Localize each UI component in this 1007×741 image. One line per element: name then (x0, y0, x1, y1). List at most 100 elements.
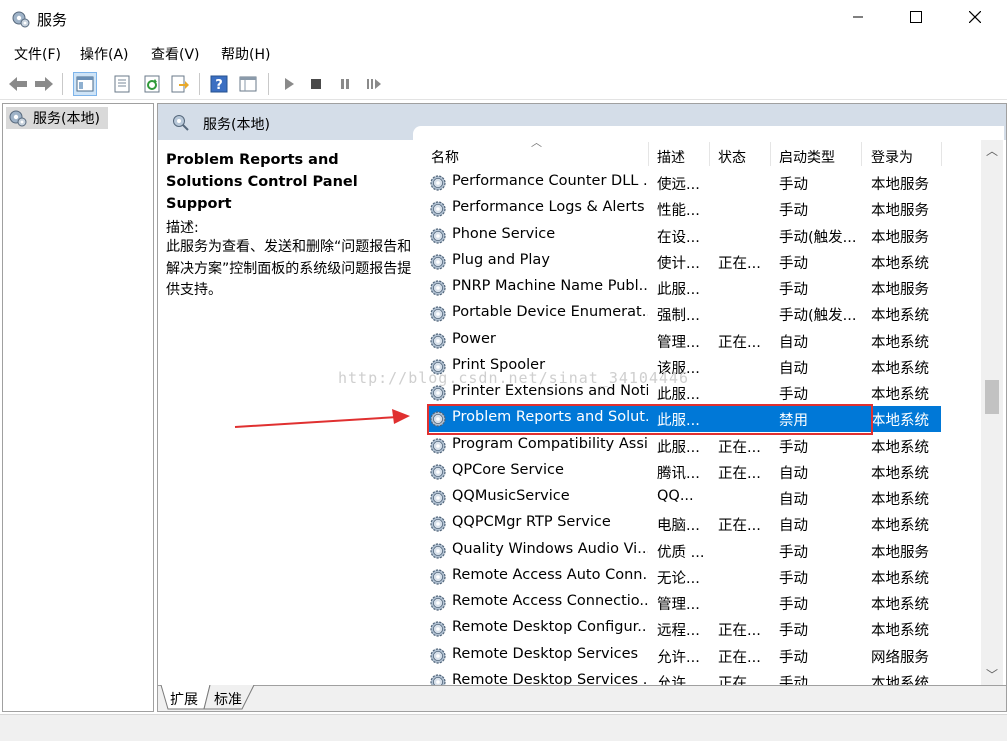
selected-service-title: Problem Reports and Solutions Control Pa… (166, 152, 358, 212)
service-row[interactable]: Remote Access Connectio... 管理... 手动 本地系统 (413, 590, 1004, 616)
service-description: 此服... (657, 282, 700, 298)
service-row[interactable]: Phone Service 在设... 手动(触发... 本地服务 (413, 223, 1004, 249)
service-row[interactable]: Remote Desktop Services 允许... 正在... 手动 网络服务 (413, 643, 1004, 669)
service-log-on-as: 本地系统 (871, 492, 929, 508)
service-name: Remote Desktop Configur... (452, 619, 648, 636)
menu-action[interactable]: 操作(A) (80, 44, 129, 64)
service-gear-icon (430, 542, 446, 559)
service-gear-icon (430, 569, 446, 585)
help-button[interactable]: ? (207, 72, 231, 96)
list-header: ︿ 名称 描述 状态 启动类型 登录为 (413, 126, 1004, 166)
service-row[interactable]: PNRP Machine Name Publ... 此服... 手动 本地服务 (413, 275, 1004, 301)
service-row[interactable]: Quality Windows Audio Vi... 优质 ... 手动 本地服务 (413, 538, 1004, 564)
properties-button[interactable] (110, 72, 134, 96)
service-row[interactable]: Performance Counter DLL ... 使远... 手动 本地服务 (413, 170, 1004, 196)
service-row[interactable]: Performance Logs & Alerts 性能... 手动 本地服务 (413, 196, 1004, 222)
menu-file[interactable]: 文件(F) (14, 44, 61, 64)
column-header-startup-type[interactable]: 启动类型 (779, 147, 835, 167)
service-startup-type: 自动 (779, 334, 808, 351)
maximize-button[interactable] (893, 0, 939, 34)
stop-service-button[interactable] (304, 72, 328, 96)
help-icon: ? (210, 75, 228, 93)
service-log-on-as: 本地服务 (871, 229, 929, 246)
service-gear-icon (430, 621, 446, 637)
service-gear-icon (430, 254, 446, 270)
service-row[interactable]: Portable Device Enumerat... 强制... 手动(触发...… (413, 301, 1004, 327)
service-startup-type: 手动 (779, 623, 808, 640)
export-icon (171, 75, 189, 93)
service-name: Printer Extensions and Noti... (452, 383, 648, 399)
service-startup-type: 手动(触发... (779, 229, 857, 246)
service-name: Remote Access Connectio... (452, 593, 648, 609)
column-header-status[interactable]: 状态 (718, 147, 746, 167)
service-name: QQMusicService (452, 488, 570, 504)
status-bar (0, 714, 1007, 741)
service-row[interactable]: Program Compatibility Assi... 此服... 正在... 手… (413, 433, 1004, 459)
restart-service-button[interactable] (362, 72, 386, 96)
service-row[interactable]: Print Spooler 该服... 自动 本地系统 (413, 354, 1004, 380)
service-name: QPCore Service (452, 461, 564, 478)
services-list: ︿ 名称 描述 状态 启动类型 登录为 Performance Counter … (413, 126, 1004, 687)
service-row[interactable]: Printer Extensions and Noti... 此服... 手动 本地系… (413, 380, 1004, 406)
tree-node-label: 服务(本地) (33, 111, 100, 127)
service-description: 性能... (657, 203, 700, 220)
scroll-thumb[interactable] (985, 380, 999, 414)
service-status: 正在... (718, 623, 761, 640)
refresh-button[interactable] (140, 72, 164, 96)
properties-icon (114, 75, 130, 93)
console-tree-icon (76, 76, 94, 92)
window-title: 服务 (37, 11, 68, 29)
menu-help[interactable]: 帮助(H) (221, 44, 270, 64)
tab-standard[interactable]: 标准 (214, 689, 242, 709)
service-row[interactable]: QPCore Service 腾讯... 正在... 自动 本地系统 (413, 459, 1004, 485)
close-button[interactable] (952, 0, 998, 34)
service-rows: Performance Counter DLL ... 使远... 手动 本地服务 Pe… (413, 170, 1004, 687)
minimize-button[interactable] (835, 0, 881, 34)
export-list-button[interactable] (168, 72, 192, 96)
back-button[interactable] (6, 72, 30, 96)
service-description: 管理... (657, 597, 700, 613)
service-name: PNRP Machine Name Publ... (452, 278, 648, 294)
view-button[interactable] (236, 72, 260, 96)
tree-node-services-local[interactable]: 服务(本地) (6, 107, 108, 129)
service-description: 使计... (657, 255, 700, 272)
service-status: 正在... (718, 255, 761, 272)
service-row[interactable]: Remote Desktop Configur... 远程... 正在... 手动 本地… (413, 616, 1004, 642)
service-description: 使远... (657, 177, 700, 193)
column-header-log-on-as[interactable]: 登录为 (871, 147, 913, 167)
service-log-on-as: 本地系统 (871, 518, 929, 535)
service-row[interactable]: QQMusicService QQ... 自动 本地系统 (413, 485, 1004, 511)
service-startup-type: 手动 (779, 439, 808, 456)
service-log-on-as: 网络服务 (871, 649, 929, 666)
column-header-name[interactable]: 名称 (431, 147, 459, 167)
title-bar: 服务 (0, 0, 1007, 38)
refresh-icon (144, 75, 160, 93)
scroll-down-icon[interactable]: ﹀ (985, 666, 999, 683)
service-startup-type: 手动 (779, 255, 808, 272)
service-name: Quality Windows Audio Vi... (452, 540, 648, 557)
console-tree-button[interactable] (73, 72, 97, 96)
tab-extended[interactable]: 扩展 (170, 689, 198, 709)
vertical-scrollbar[interactable]: ︿ ﹀ (981, 140, 1003, 685)
panel-title: 服务(本地) (203, 117, 270, 133)
forward-button[interactable] (32, 72, 56, 96)
pause-service-button[interactable] (333, 72, 357, 96)
service-description: 该服... (657, 360, 700, 377)
menu-view[interactable]: 查看(V) (151, 44, 200, 64)
service-gear-icon (430, 359, 446, 375)
svg-text:?: ? (215, 78, 223, 93)
service-name: Remote Access Auto Conn... (452, 566, 648, 583)
service-description: 电脑... (657, 518, 700, 535)
scroll-up-icon[interactable]: ︿ (985, 142, 999, 159)
service-row[interactable]: Remote Access Auto Conn... 无论... 手动 本地系统 (413, 564, 1004, 590)
service-row[interactable]: QQPCMgr RTP Service 电脑... 正在... 自动 本地系统 (413, 511, 1004, 537)
column-header-description[interactable]: 描述 (657, 147, 685, 167)
service-description: 远程... (657, 623, 700, 640)
start-service-button[interactable] (277, 72, 301, 96)
service-gear-icon (430, 464, 446, 480)
service-row-selected[interactable]: Problem Reports and Solut... 此服... 禁用 本地系统 (413, 406, 1004, 433)
service-row[interactable]: Power 管理... 正在... 自动 本地系统 (413, 328, 1004, 354)
view-tabs: 扩展 标准 (158, 685, 1006, 711)
service-row[interactable]: Plug and Play 使计... 正在... 手动 本地系统 (413, 249, 1004, 275)
service-startup-type: 手动 (779, 597, 808, 613)
